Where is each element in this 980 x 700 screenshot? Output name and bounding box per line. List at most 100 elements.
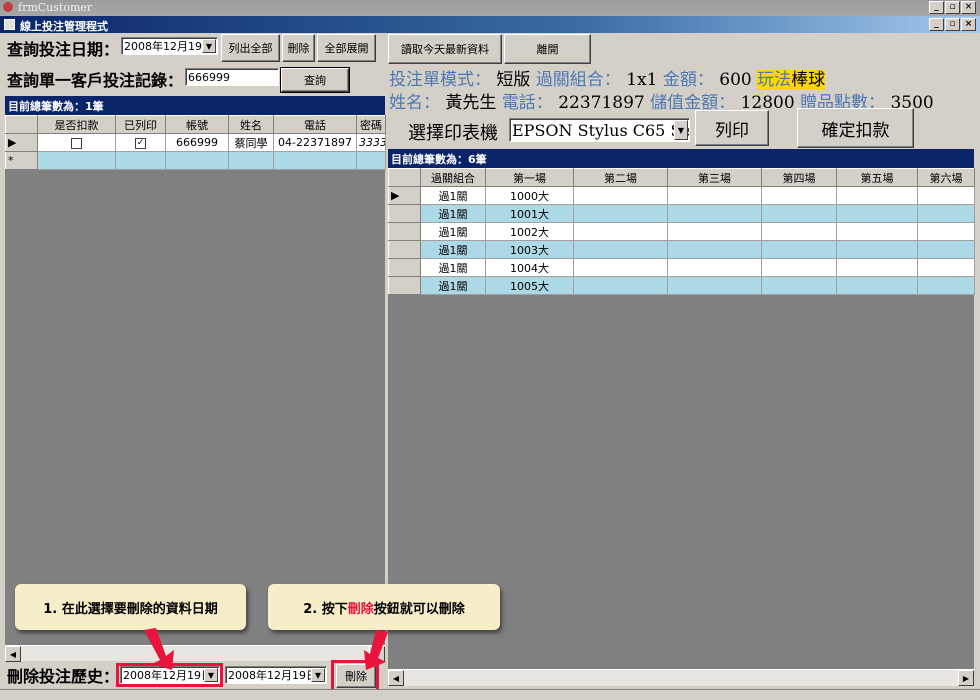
right-horizontal-scrollbar[interactable]: ◀ ▶ xyxy=(388,669,974,686)
table-cell[interactable] xyxy=(667,204,762,223)
table-cell[interactable]: 過1關 xyxy=(420,258,486,277)
expand-all-button[interactable]: 全部展開 xyxy=(317,34,376,62)
table-cell[interactable] xyxy=(761,186,837,205)
table-cell[interactable]: 1002大 xyxy=(485,222,574,241)
new-row[interactable]: * xyxy=(5,151,386,170)
table-cell[interactable] xyxy=(37,151,116,170)
table-cell[interactable] xyxy=(667,186,762,205)
table-cell[interactable]: 666999 xyxy=(165,133,229,152)
delete-button[interactable]: 刪除 xyxy=(282,34,315,62)
table-cell[interactable]: 1000大 xyxy=(485,186,574,205)
customer-table[interactable]: 是否扣款 已列印 帳號 姓名 電話 密碼 ▶ ✓ 666999 蔡同學 04-2… xyxy=(5,115,386,170)
table-cell[interactable] xyxy=(667,240,762,259)
table-cell[interactable] xyxy=(573,204,668,223)
deducted-checkbox[interactable] xyxy=(37,133,116,152)
row-selector-icon[interactable]: ▶ xyxy=(388,186,421,205)
table-cell[interactable] xyxy=(761,276,837,295)
table-cell[interactable] xyxy=(917,204,975,223)
outer-minimize-icon[interactable]: _ xyxy=(929,1,944,14)
chevron-down-icon[interactable]: ▼ xyxy=(202,39,216,53)
column-header[interactable]: 過關組合 xyxy=(420,168,486,187)
table-cell[interactable]: 1001大 xyxy=(485,204,574,223)
table-cell[interactable]: 1004大 xyxy=(485,258,574,277)
inner-restore-icon[interactable]: ▫ xyxy=(945,18,960,31)
query-button[interactable]: 查詢 xyxy=(280,67,350,93)
table-cell[interactable] xyxy=(273,151,357,170)
table-row[interactable]: 過1關 1004大 xyxy=(388,258,975,277)
table-cell[interactable]: 過1關 xyxy=(420,276,486,295)
table-cell[interactable] xyxy=(761,240,837,259)
table-row[interactable]: 過1關 1001大 xyxy=(388,204,975,223)
table-cell[interactable] xyxy=(573,276,668,295)
table-cell[interactable]: 過1關 xyxy=(420,204,486,223)
column-header[interactable]: 第四場 xyxy=(761,168,837,187)
row-header[interactable] xyxy=(388,258,421,277)
column-header[interactable]: 第一場 xyxy=(485,168,574,187)
table-cell[interactable] xyxy=(917,240,975,259)
column-header[interactable]: 第三場 xyxy=(667,168,762,187)
table-cell[interactable] xyxy=(573,240,668,259)
table-cell[interactable]: 蔡同學 xyxy=(228,133,274,152)
table-cell[interactable] xyxy=(667,276,762,295)
table-cell[interactable] xyxy=(667,258,762,277)
table-cell[interactable] xyxy=(761,222,837,241)
outer-close-icon[interactable]: × xyxy=(961,1,976,14)
chevron-down-icon[interactable]: ▼ xyxy=(674,120,688,140)
confirm-deduct-button[interactable]: 確定扣款 xyxy=(797,108,914,148)
table-cell[interactable] xyxy=(836,258,918,277)
table-cell[interactable] xyxy=(836,204,918,223)
table-cell[interactable] xyxy=(573,186,668,205)
row-header[interactable] xyxy=(388,276,421,295)
table-cell[interactable]: 04-22371897 xyxy=(273,133,357,152)
table-row[interactable]: 過1關 1005大 xyxy=(388,276,975,295)
inner-close-icon[interactable]: × xyxy=(961,18,976,31)
leave-button[interactable]: 離開 xyxy=(504,34,591,64)
new-row-marker[interactable]: * xyxy=(5,151,38,170)
column-header[interactable]: 密碼 xyxy=(356,115,386,134)
query-date-picker[interactable]: 2008年12月19日 ▼ xyxy=(121,37,218,55)
table-row[interactable]: 過1關 1002大 xyxy=(388,222,975,241)
column-header[interactable]: 帳號 xyxy=(165,115,229,134)
table-row[interactable]: 過1關 1003大 xyxy=(388,240,975,259)
table-cell[interactable] xyxy=(836,240,918,259)
row-header[interactable] xyxy=(388,240,421,259)
table-cell[interactable] xyxy=(115,151,166,170)
table-cell[interactable] xyxy=(761,258,837,277)
table-cell[interactable]: 過1關 xyxy=(420,240,486,259)
table-row[interactable]: ▶ ✓ 666999 蔡同學 04-22371897 33333 xyxy=(5,133,386,152)
read-latest-button[interactable]: 讀取今天最新資料 xyxy=(388,34,502,64)
column-header[interactable]: 第二場 xyxy=(573,168,668,187)
column-header[interactable]: 電話 xyxy=(273,115,357,134)
scroll-left-icon[interactable]: ◀ xyxy=(388,670,404,686)
print-button[interactable]: 列印 xyxy=(695,110,769,146)
scroll-right-icon[interactable]: ▶ xyxy=(958,670,974,686)
row-header[interactable] xyxy=(388,204,421,223)
table-cell[interactable] xyxy=(836,186,918,205)
table-cell[interactable] xyxy=(836,276,918,295)
column-header[interactable]: 姓名 xyxy=(228,115,274,134)
table-cell[interactable] xyxy=(917,186,975,205)
printed-checkbox[interactable]: ✓ xyxy=(115,133,166,152)
inner-minimize-icon[interactable]: _ xyxy=(929,18,944,31)
table-cell[interactable] xyxy=(917,258,975,277)
printer-select[interactable]: EPSON Stylus C65 Se ▼ xyxy=(509,118,690,142)
table-cell[interactable]: 過1關 xyxy=(420,222,486,241)
table-cell[interactable] xyxy=(761,204,837,223)
column-header[interactable]: 已列印 xyxy=(115,115,166,134)
table-cell[interactable]: 33333 xyxy=(356,133,386,152)
table-cell[interactable] xyxy=(836,222,918,241)
checkbox-icon[interactable] xyxy=(71,137,82,149)
table-cell[interactable] xyxy=(667,222,762,241)
table-cell[interactable] xyxy=(573,258,668,277)
scroll-left-icon[interactable]: ◀ xyxy=(5,646,21,662)
row-selector-icon[interactable]: ▶ xyxy=(5,133,38,152)
row-header[interactable] xyxy=(388,222,421,241)
column-header[interactable]: 是否扣款 xyxy=(37,115,116,134)
outer-maximize-icon[interactable]: ▫ xyxy=(945,1,960,14)
table-cell[interactable] xyxy=(573,222,668,241)
table-cell[interactable] xyxy=(228,151,274,170)
column-header[interactable]: 第五場 xyxy=(836,168,918,187)
account-input[interactable]: 666999 xyxy=(185,68,279,86)
table-cell[interactable] xyxy=(917,222,975,241)
table-cell[interactable] xyxy=(917,276,975,295)
